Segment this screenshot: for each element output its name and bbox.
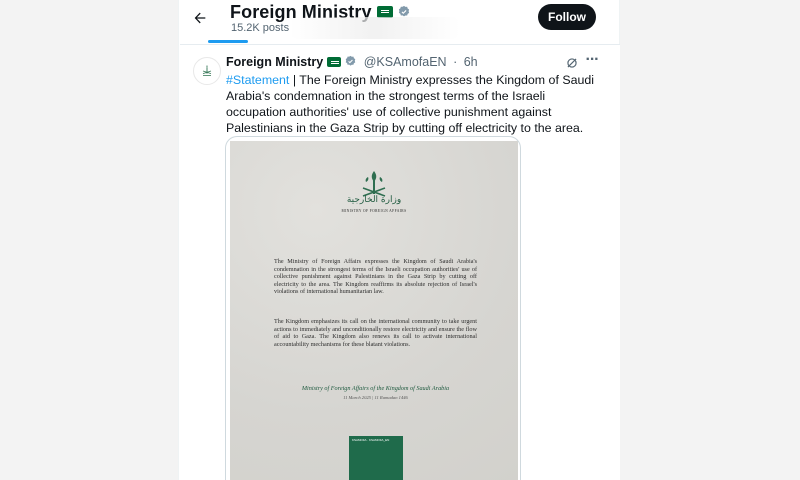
social-handles-block: KSAMOFA · KSAMOFA_EN [349,436,403,480]
grok-icon[interactable] [565,56,579,70]
ministry-english-name: MINISTRY OF FOREIGN AFFAIRS [341,209,407,213]
tweet-text: #Statement | The Foreign Ministry expres… [226,72,601,136]
statement-date: 11 March 2025 | 11 Ramadan 1446 [343,395,408,400]
ministry-emblem-icon [202,65,212,76]
profile-header: Foreign Ministry 15.2K posts Follow [0,0,800,44]
blurred-tabs [290,17,460,39]
author-handle[interactable]: @KSAmofaEN [364,55,447,69]
statement-paragraph-2: The Kingdom emphasizes its call on the i… [274,318,477,348]
author-name[interactable]: Foreign Ministry [226,55,323,69]
statement-signature: Ministry of Foreign Affairs of the Kingd… [301,385,450,392]
posts-count: 15.2K posts [231,22,290,34]
separator-dot: · [453,55,458,69]
follow-button[interactable]: Follow [538,4,596,30]
ministry-arabic-name: وزارة الخارجية [346,195,402,205]
avatar[interactable] [193,57,221,85]
saudi-flag-icon [327,56,342,67]
verified-badge-icon [345,56,356,66]
statement-paragraph-1: The Ministry of Foreign Affairs expresse… [274,258,477,296]
active-tab-indicator [208,40,248,43]
tweet-header: Foreign Ministry @KSAmofaEN · 6h [226,55,478,69]
saudi-flag-icon [376,5,393,18]
tweet-time[interactable]: 6h [464,55,478,69]
social-handles-text: KSAMOFA · KSAMOFA_EN [352,438,390,442]
back-button[interactable] [186,4,214,32]
more-icon[interactable]: ··· [582,52,602,71]
attached-image[interactable]: وزارة الخارجية MINISTRY OF FOREIGN AFFAI… [225,136,521,480]
hashtag-link[interactable]: #Statement [226,73,289,87]
tweet[interactable]: Foreign Ministry @KSAmofaEN · 6h ··· #St… [180,44,620,480]
statement-document: وزارة الخارجية MINISTRY OF FOREIGN AFFAI… [230,141,518,480]
arrow-left-icon [194,12,206,24]
